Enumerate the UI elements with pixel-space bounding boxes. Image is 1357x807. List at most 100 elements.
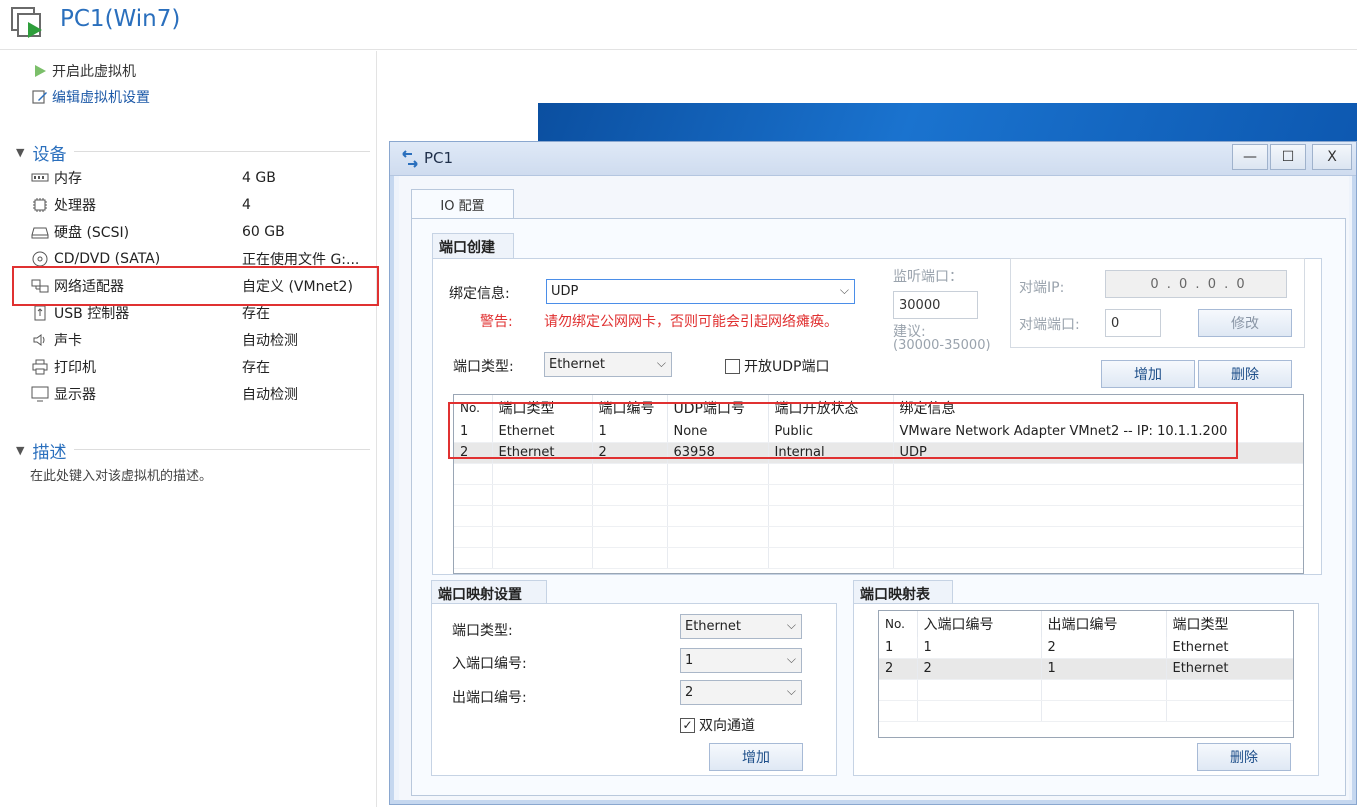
cell: 1	[879, 637, 918, 659]
device-value: 4 GB	[242, 170, 276, 186]
device-value: 自动检测	[242, 387, 298, 403]
in-port-select[interactable]: 1 ⌵	[680, 648, 802, 673]
col-no[interactable]: No.	[879, 611, 918, 637]
delete-port-button[interactable]: 删除	[1198, 360, 1292, 388]
suggest-range: (30000-35000)	[893, 338, 991, 353]
description-section-toggle[interactable]: ▼ 描述	[16, 438, 66, 463]
devices-section-toggle[interactable]: ▼ 设备	[16, 140, 66, 165]
cell: 1	[1041, 658, 1167, 680]
device-row-printer[interactable]: 打印机 存在	[30, 356, 375, 378]
open-udp-label: 开放UDP端口	[744, 359, 830, 375]
device-value: 存在	[242, 360, 270, 376]
warning-text: 请勿绑定公网网卡，否则可能会引起网络瘫痪。	[544, 314, 838, 330]
col-out-port[interactable]: 出端口编号	[1041, 611, 1167, 637]
device-name: 内存	[54, 171, 82, 187]
network-ports-icon	[402, 150, 418, 168]
device-name: 打印机	[54, 360, 96, 376]
add-port-button[interactable]: 增加	[1101, 360, 1195, 388]
close-button[interactable]: X	[1312, 144, 1352, 170]
map-port-type-select[interactable]: Ethernet ⌵	[680, 614, 802, 639]
mapping-table: No. 入端口编号 出端口编号 端口类型 1 1 2 Ethernet 2 2 …	[879, 611, 1293, 722]
port-type-select[interactable]: Ethernet ⌵	[544, 352, 672, 377]
remote-ip-input[interactable]: 0 . 0 . 0 . 0	[1105, 270, 1287, 298]
device-value: 4	[242, 197, 251, 213]
port-create-group-title: 端口创建	[432, 233, 514, 259]
col-in-port[interactable]: 入端口编号	[917, 611, 1042, 637]
cell: 1	[917, 637, 1042, 659]
chevron-down-icon: ⌵	[839, 283, 849, 297]
empty-row	[454, 463, 1303, 485]
usb-icon	[30, 305, 50, 321]
bidirectional-checkbox[interactable]: ✓ 双向通道	[680, 715, 755, 735]
bidirectional-label: 双向通道	[699, 718, 755, 734]
chevron-down-icon: ⌵	[656, 356, 666, 370]
power-on-vm-link[interactable]: 开启此虚拟机	[32, 61, 136, 81]
window-header: PC1(Win7)	[0, 0, 1357, 50]
maximize-button[interactable]: ☐	[1270, 144, 1306, 170]
modify-button[interactable]: 修改	[1198, 309, 1292, 337]
warning-label: 警告:	[480, 314, 513, 330]
open-udp-port-checkbox[interactable]: 开放UDP端口	[725, 356, 829, 376]
checkmark-icon: ✓	[680, 717, 695, 733]
port-type-value: Ethernet	[549, 357, 605, 372]
remote-port-input[interactable]: 0	[1105, 309, 1161, 337]
description-section-title: 描述	[32, 443, 67, 463]
cell: Ethernet	[1166, 658, 1293, 680]
device-row-display[interactable]: 显示器 自动检测	[30, 383, 375, 405]
device-row-sound[interactable]: 声卡 自动检测	[30, 329, 375, 351]
device-row-cpu[interactable]: 处理器 4	[30, 194, 375, 216]
speaker-icon	[30, 332, 50, 348]
description-input[interactable]: 在此处键入对该虚拟机的描述。	[30, 465, 212, 484]
device-value: 60 GB	[242, 224, 285, 240]
device-name: USB 控制器	[54, 306, 130, 322]
chevron-down-icon: ⌵	[786, 652, 796, 666]
cell: 2	[879, 658, 918, 680]
power-on-label: 开启此虚拟机	[52, 64, 136, 80]
vm-play-icon	[11, 7, 42, 38]
page-title: PC1(Win7)	[60, 6, 181, 32]
chevron-down-icon: ⌵	[786, 684, 796, 698]
empty-row	[454, 505, 1303, 527]
col-port-type[interactable]: 端口类型	[1166, 611, 1293, 637]
remote-settings-box: 对端IP: 0 . 0 . 0 . 0 对端端口: 0 修改	[1010, 258, 1305, 348]
empty-row	[879, 700, 1293, 722]
port-mapping-settings-group: 端口类型: Ethernet ⌵ 入端口编号: 1 ⌵ 出端口编号: 2 ⌵ ✓…	[431, 603, 837, 776]
remote-port-label: 对端端口:	[1019, 317, 1080, 333]
out-port-label: 出端口编号:	[452, 690, 527, 706]
map-port-type-value: Ethernet	[685, 619, 741, 634]
device-row-memory[interactable]: 内存 4 GB	[30, 167, 375, 189]
table-row[interactable]: 1 1 2 Ethernet	[879, 637, 1293, 659]
mapping-table-container: No. 入端口编号 出端口编号 端口类型 1 1 2 Ethernet 2 2 …	[878, 610, 1294, 738]
table-row[interactable]: 2 2 1 Ethernet	[879, 658, 1293, 680]
out-port-select[interactable]: 2 ⌵	[680, 680, 802, 705]
minimize-button[interactable]: —	[1232, 144, 1268, 170]
bind-info-value: UDP	[551, 284, 579, 299]
bind-info-select[interactable]: UDP ⌵	[546, 279, 855, 304]
edit-icon	[32, 90, 47, 104]
memory-icon	[30, 170, 50, 186]
collapse-icon: ▼	[16, 146, 25, 159]
remote-ip-label: 对端IP:	[1019, 280, 1065, 296]
in-port-value: 1	[685, 653, 694, 668]
edit-vm-settings-link[interactable]: 编辑虚拟机设置	[32, 87, 150, 107]
tab-io-config[interactable]: IO 配置	[411, 189, 514, 219]
dialog-title: PC1	[424, 149, 454, 167]
monitor-icon	[30, 386, 50, 402]
port-rows-highlight	[448, 402, 1238, 459]
device-name: 声卡	[54, 333, 82, 349]
edit-settings-label: 编辑虚拟机设置	[52, 90, 150, 106]
network-adapter-highlight	[12, 266, 379, 306]
empty-row	[454, 547, 1303, 569]
add-mapping-button[interactable]: 增加	[709, 743, 803, 771]
device-row-disk[interactable]: 硬盘 (SCSI) 60 GB	[30, 221, 375, 243]
cell: 2	[1041, 637, 1167, 659]
dialog-titlebar[interactable]: PC1 — ☐ X	[390, 142, 1356, 176]
chevron-down-icon: ⌵	[786, 618, 796, 632]
device-value: 存在	[242, 306, 270, 322]
vm-summary-pane: 开启此虚拟机 编辑虚拟机设置 ▼ 设备 内存 4 GB 处理器 4 硬盘 (SC…	[0, 51, 377, 807]
listen-port-input[interactable]: 30000	[893, 291, 978, 319]
printer-icon	[30, 359, 50, 375]
delete-mapping-button[interactable]: 删除	[1197, 743, 1291, 771]
device-value: 自动检测	[242, 333, 298, 349]
collapse-icon: ▼	[16, 444, 25, 457]
